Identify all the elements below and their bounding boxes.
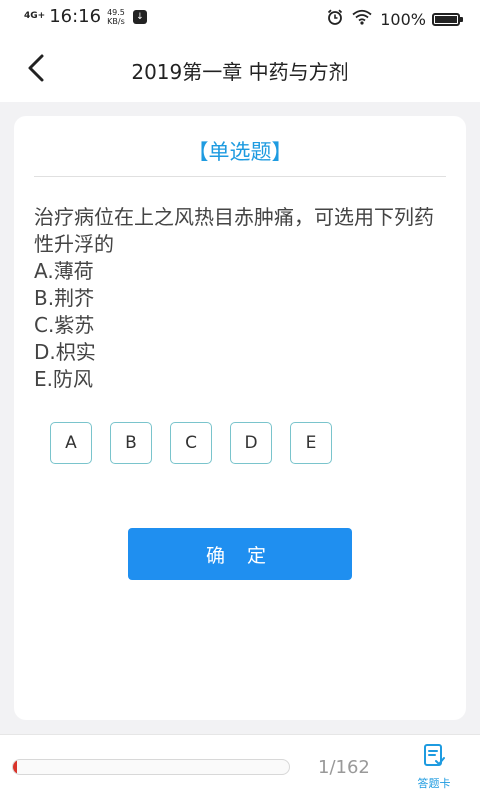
battery-icon xyxy=(432,12,463,26)
status-bar: 4G+ 16:16 49.5 KB/s ↓ 100% xyxy=(0,0,480,36)
option-text-e: E.防风 xyxy=(34,367,93,391)
option-text-b: B.荆芥 xyxy=(34,286,95,310)
option-text-c: C.紫苏 xyxy=(34,313,95,337)
answer-button-d[interactable]: D xyxy=(230,422,272,464)
progress-bar xyxy=(12,759,290,775)
progress-counter: 1/162 xyxy=(318,757,370,778)
option-list: A.薄荷 B.荆芥 C.紫苏 D.枳实 E.防风 xyxy=(34,258,446,393)
option-text-a: A.薄荷 xyxy=(34,259,94,283)
status-time: 16:16 xyxy=(49,6,102,27)
answer-button-a[interactable]: A xyxy=(50,422,92,464)
divider xyxy=(34,176,446,177)
battery-percent: 100% xyxy=(380,9,426,29)
status-right: 100% xyxy=(318,8,463,30)
answer-choices: A B C D E xyxy=(50,422,350,464)
option-text-d: D.枳实 xyxy=(34,340,96,364)
network-speed-unit: KB/s xyxy=(107,16,125,26)
answer-button-b[interactable]: B xyxy=(110,422,152,464)
page-title: 2019第一章 中药与方剂 xyxy=(131,60,349,84)
answer-card-button[interactable]: 答题卡 xyxy=(408,743,460,795)
answer-button-c[interactable]: C xyxy=(170,422,212,464)
wifi-icon xyxy=(352,9,372,29)
header: 2019第一章 中药与方剂 xyxy=(0,36,480,102)
answer-card-label: 答题卡 xyxy=(417,777,451,790)
progress-fill xyxy=(13,760,18,774)
question-stem: 治疗病位在上之风热目赤肿痛，可选用下列药性升浮的 xyxy=(34,205,434,256)
confirm-button[interactable]: 确 定 xyxy=(128,528,352,580)
question-type-label: 【单选题】 xyxy=(187,140,293,164)
answer-button-e[interactable]: E xyxy=(290,422,332,464)
question-card: 【单选题】 治疗病位在上之风热目赤肿痛，可选用下列药性升浮的 A.薄荷 B.荆芥… xyxy=(14,116,466,720)
network-indicator: 4G+ xyxy=(24,11,46,21)
notification-icon: ↓ xyxy=(132,9,147,24)
network-speed-value: 49.5 xyxy=(107,7,125,17)
answer-sheet-icon xyxy=(424,744,445,766)
footer: 1/162 答题卡 xyxy=(0,734,480,800)
status-left: 4G+ 16:16 49.5 KB/s ↓ xyxy=(24,6,147,27)
question-body: 治疗病位在上之风热目赤肿痛，可选用下列药性升浮的 A.薄荷 B.荆芥 C.紫苏 … xyxy=(34,204,446,393)
alarm-icon xyxy=(326,8,344,30)
network-speed: 49.5 KB/s xyxy=(107,8,125,26)
